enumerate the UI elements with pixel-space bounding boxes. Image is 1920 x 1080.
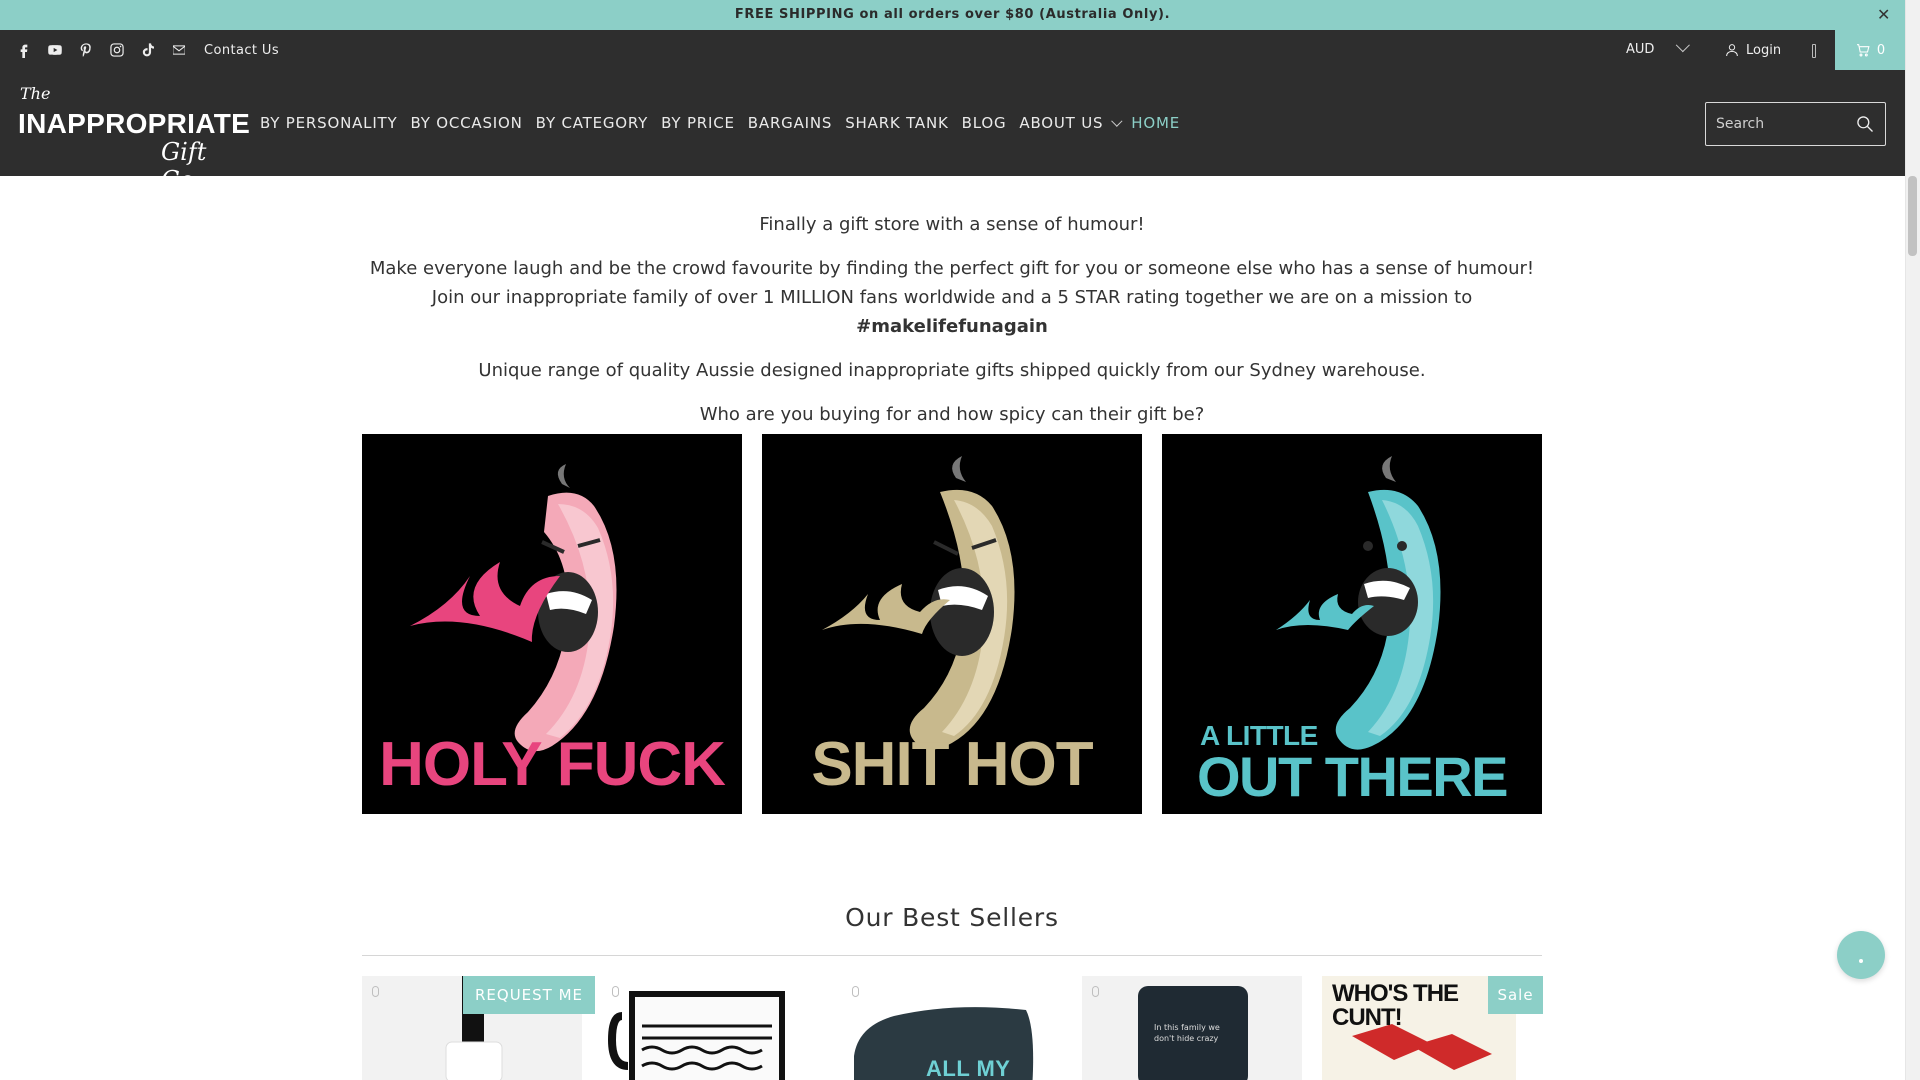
nav-item-home[interactable]: HOME <box>1131 114 1180 132</box>
main-header: The INAPPROPRIATE Gift Co BY PERSONALITY… <box>0 70 1905 194</box>
pinterest-icon[interactable] <box>76 40 96 60</box>
wishlist-icon[interactable] <box>612 986 619 997</box>
bag-print: ALL MY <box>926 1056 1011 1080</box>
facebook-icon[interactable] <box>14 40 34 60</box>
instagram-icon[interactable] <box>107 40 127 60</box>
nav-item-bargains[interactable]: BARGAINS <box>748 114 832 132</box>
utility-bar: Contact Us AUD Login 0 <box>0 30 1905 70</box>
chevron-down-icon <box>1111 115 1123 127</box>
login-link[interactable]: Login <box>1724 30 1781 70</box>
search-icon[interactable] <box>1855 114 1875 134</box>
nav-item-by-personality[interactable]: BY PERSONALITY <box>260 114 397 132</box>
compare-icon[interactable] <box>1812 44 1816 58</box>
logo-gift: Gift Co <box>161 138 207 194</box>
nav-item-about-us[interactable]: ABOUT US <box>1019 114 1123 132</box>
intro-text: Finally a gift store with a sense of hum… <box>362 210 1542 444</box>
mail-icon[interactable] <box>169 40 189 60</box>
search-input[interactable] <box>1706 103 1846 145</box>
social-links: Contact Us <box>14 30 279 70</box>
scrollbar-track[interactable] <box>1905 0 1920 1080</box>
intro-line-1: Finally a gift store with a sense of hum… <box>759 214 1145 235</box>
chat-icon <box>1859 959 1863 963</box>
nav-item-shark-tank[interactable]: SHARK TANK <box>845 114 948 132</box>
tiktok-icon[interactable] <box>138 40 158 60</box>
intro-line-4: Who are you buying for and how spicy can… <box>699 404 1205 425</box>
mug-image <box>602 976 822 1080</box>
wishlist-icon[interactable] <box>852 986 859 997</box>
close-icon[interactable]: ✕ <box>1877 0 1891 30</box>
wishlist-icon[interactable] <box>372 986 379 997</box>
nav-item-about-us-label: ABOUT US <box>1019 114 1104 132</box>
nav-item-by-price[interactable]: BY PRICE <box>661 114 735 132</box>
product-card-bag[interactable]: ALL MY <box>842 976 1062 1080</box>
game-title: WHO'S THE CUNT! <box>1332 980 1459 1031</box>
cart-count: 0 <box>1876 42 1886 58</box>
login-label: Login <box>1746 42 1782 58</box>
sale-badge: Sale <box>1488 976 1543 1014</box>
chevron-down-icon <box>1675 38 1690 53</box>
announcement-bar: FREE SHIPPING on all orders over $80 (Au… <box>0 0 1905 30</box>
tile-caption: SHIT HOT <box>811 730 1093 799</box>
tile-caption: OUT THERE <box>1196 745 1509 808</box>
contact-us-link[interactable]: Contact Us <box>204 43 279 58</box>
chat-button[interactable] <box>1837 931 1885 979</box>
cart-icon <box>1856 44 1870 57</box>
main-nav: BY PERSONALITY BY OCCASION BY CATEGORY B… <box>260 70 1193 176</box>
logo-the: The <box>20 84 51 103</box>
tile-a-little-out-there[interactable]: A LITTLE OUT THERE <box>1162 434 1542 814</box>
search-box <box>1705 102 1886 146</box>
wishlist-icon[interactable] <box>1092 986 1099 997</box>
tile-shit-hot[interactable]: SHIT HOT <box>762 434 1142 814</box>
intro-line-2-text: Make everyone laugh and be the crowd fav… <box>369 258 1535 308</box>
tile-holy-fuck[interactable]: HOLY FUCK <box>362 434 742 814</box>
best-sellers-divider <box>362 955 1542 956</box>
cart-button[interactable]: 0 <box>1835 30 1905 70</box>
currency-selector[interactable]: AUD <box>1626 30 1690 70</box>
nav-item-by-occasion[interactable]: BY OCCASION <box>410 114 522 132</box>
spice-level-tiles: HOLY FUCK SHIT HOT A LITTLE OUT THERE <box>362 434 1542 814</box>
scrollbar-thumb[interactable] <box>1908 176 1917 256</box>
intro-line-3: Unique range of quality Aussie designed … <box>478 360 1426 381</box>
cooler-print: In this family we don't hide crazy <box>1154 1023 1220 1043</box>
youtube-icon[interactable] <box>45 40 65 60</box>
product-card-cooler[interactable]: In this family we don't hide crazy <box>1082 976 1302 1080</box>
tile-caption: HOLY FUCK <box>379 730 726 799</box>
nav-item-by-category[interactable]: BY CATEGORY <box>536 114 648 132</box>
site-logo[interactable]: The INAPPROPRIATE Gift Co <box>18 80 250 194</box>
announcement-text: FREE SHIPPING on all orders over $80 (Au… <box>734 7 1171 22</box>
intro-hashtag: #makelifefunagain <box>856 316 1048 337</box>
product-card-mug[interactable] <box>602 976 822 1080</box>
logo-main: INAPPROPRIATE <box>18 108 251 139</box>
nav-item-blog[interactable]: BLOG <box>962 114 1007 132</box>
request-me-badge: REQUEST ME <box>463 976 596 1014</box>
intro-line-2: Make everyone laugh and be the crowd fav… <box>362 254 1542 341</box>
best-sellers-title: Our Best Sellers <box>845 903 1059 932</box>
user-icon <box>1726 44 1738 57</box>
currency-label: AUD <box>1626 42 1655 57</box>
